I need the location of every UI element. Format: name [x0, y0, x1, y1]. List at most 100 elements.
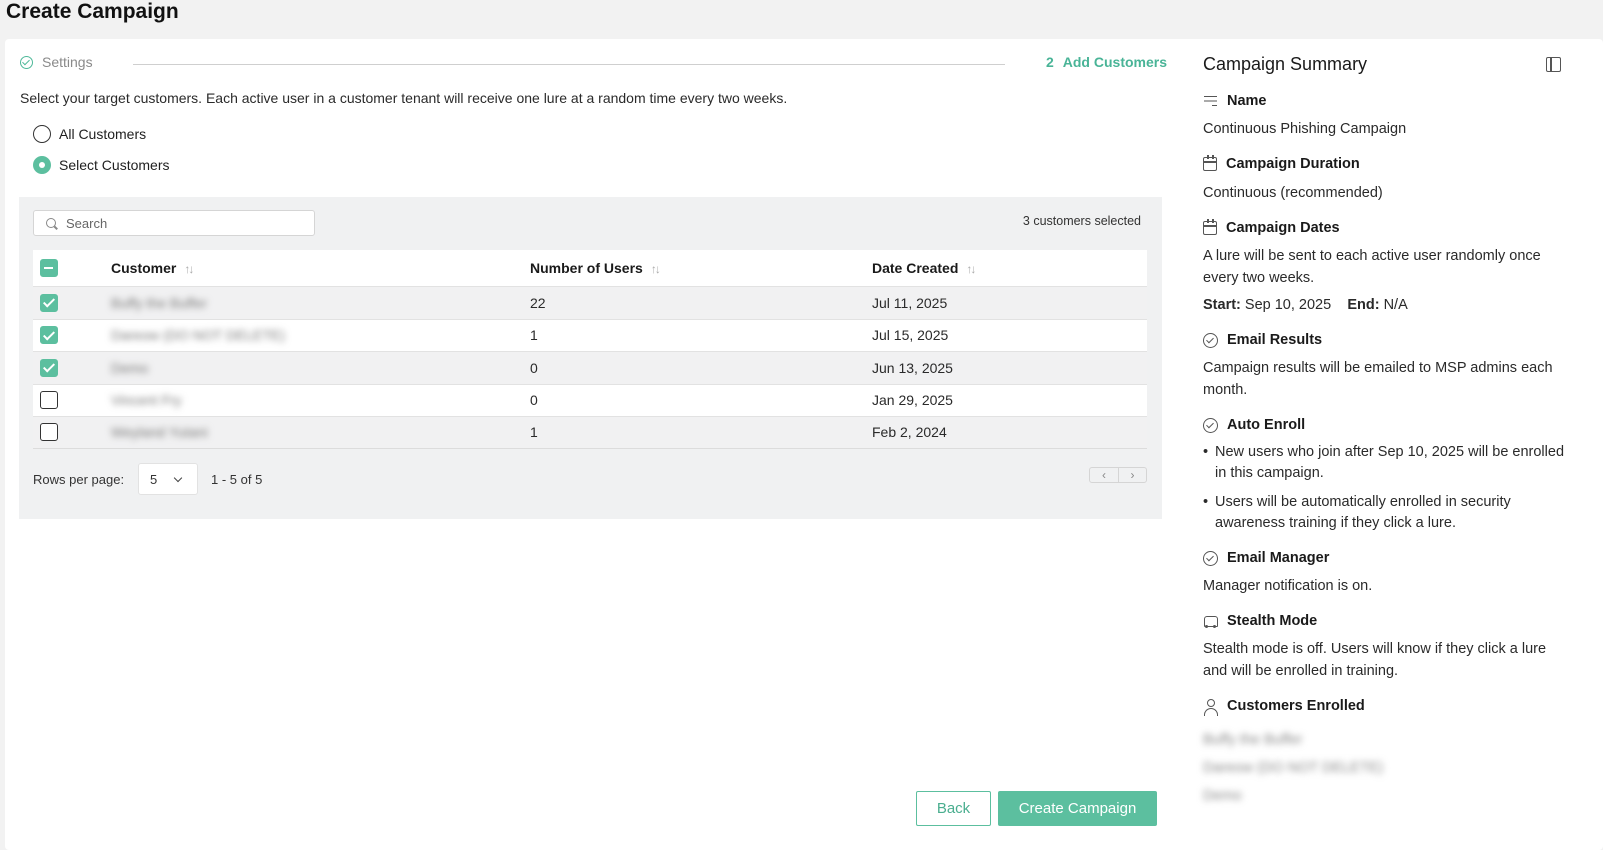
step-number: 2: [1045, 54, 1054, 70]
summary-dates-heading: Campaign Dates: [1203, 219, 1340, 236]
calendar-icon: [1203, 219, 1217, 235]
page-title: Create Campaign: [6, 0, 179, 23]
row-checkbox[interactable]: [40, 326, 58, 345]
start-label: Start:: [1203, 297, 1241, 313]
sort-icon[interactable]: ↑↓: [966, 262, 976, 276]
row-checkbox[interactable]: [40, 358, 58, 377]
date-created: Jun 13, 2025: [872, 359, 953, 376]
check-circle-icon: [1203, 417, 1218, 433]
pagination: Rows per page: 5 1 - 5 of 5 ‹ ›: [33, 463, 1147, 497]
calendar-icon: [1203, 155, 1217, 171]
check-circle-icon: [20, 55, 33, 69]
customer-name: Weyland Yutani: [111, 424, 208, 441]
user-count: 1: [530, 424, 538, 441]
radio-button-selected[interactable]: [33, 156, 51, 174]
date-created: Feb 2, 2024: [872, 424, 947, 441]
column-label: Date Created: [872, 260, 959, 276]
column-customer[interactable]: Customer ↑↓: [111, 260, 194, 276]
end-value: N/A: [1383, 297, 1408, 313]
column-label: Customer: [111, 260, 177, 276]
stepper: Settings 2 Add Customers: [20, 54, 1167, 74]
selected-count: 3 customers selected: [1022, 214, 1141, 228]
table-row[interactable]: Weyland Yutani 1 Feb 2, 2024: [33, 416, 1147, 449]
heading-label: Email Manager: [1227, 550, 1330, 566]
enrolled-customer: Buffy the Buffer: [1203, 732, 1303, 748]
summary-email-manager-text: Manager notification is on.: [1203, 578, 1373, 594]
search-box[interactable]: [33, 210, 315, 236]
search-icon: [46, 218, 56, 228]
radio-all-customers[interactable]: All Customers: [33, 125, 146, 143]
end-label: End:: [1347, 297, 1380, 313]
column-date-created[interactable]: Date Created ↑↓: [872, 260, 976, 276]
row-checkbox[interactable]: [40, 423, 58, 442]
heading-label: Email Results: [1227, 332, 1323, 348]
prev-page-button[interactable]: ‹: [1090, 468, 1118, 482]
chevron-down-icon: [173, 473, 183, 482]
back-button[interactable]: Back: [916, 791, 991, 826]
heading-label: Name: [1227, 93, 1267, 109]
radio-select-customers[interactable]: Select Customers: [33, 156, 169, 174]
heading-label: Customers Enrolled: [1227, 698, 1365, 714]
date-created: Jul 11, 2025: [872, 294, 948, 311]
summary-email-manager-heading: Email Manager: [1203, 550, 1329, 566]
text-lines-icon: [1203, 94, 1218, 109]
summary-duration-value: Continuous (recommended): [1203, 185, 1383, 201]
heading-label: Campaign Duration: [1226, 156, 1360, 172]
heading-label: Campaign Dates: [1226, 220, 1340, 236]
check-circle-icon: [1203, 332, 1218, 348]
customer-name: Buffy the Buffer: [111, 294, 207, 311]
date-created: Jul 15, 2025: [872, 327, 949, 344]
summary-duration-heading: Campaign Duration: [1203, 155, 1360, 172]
rows-per-page-select[interactable]: 5: [138, 463, 198, 495]
step-add-customers[interactable]: 2 Add Customers: [1046, 54, 1167, 70]
pagination-range: 1 - 5 of 5: [211, 472, 263, 487]
panel-toggle-icon[interactable]: [1546, 57, 1561, 72]
summary-email-results-text: Campaign results will be emailed to MSP …: [1203, 360, 1553, 398]
row-checkbox[interactable]: [40, 391, 58, 410]
sort-icon[interactable]: ↑↓: [651, 262, 661, 276]
summary-customers-enrolled-heading: Customers Enrolled: [1203, 698, 1365, 716]
next-page-button[interactable]: ›: [1118, 468, 1146, 482]
start-value: Sep 10, 2025: [1244, 297, 1332, 313]
table-header: Customer ↑↓ Number of Users ↑↓ Date Create…: [33, 250, 1147, 286]
customer-table-panel: 3 customers selected Customer ↑↓ Number o…: [19, 197, 1162, 519]
date-created: Jan 29, 2025: [872, 392, 953, 409]
summary-name-heading: Name: [1203, 93, 1267, 109]
table-row[interactable]: Dareow (DO NOT DELETE) 1 Jul 15, 2025: [33, 318, 1147, 352]
step-add-customers-label: Add Customers: [1062, 54, 1167, 70]
column-number-of-users[interactable]: Number of Users ↑↓: [530, 260, 661, 276]
step-settings[interactable]: Settings: [20, 54, 93, 70]
create-campaign-button[interactable]: Create Campaign: [998, 791, 1157, 826]
radio-button[interactable]: [33, 125, 51, 143]
user-count: 0: [530, 392, 538, 409]
table-row[interactable]: Demo 0 Jun 13, 2025: [33, 351, 1147, 384]
intro-text: Select your target customers. Each activ…: [20, 90, 788, 106]
summary-stealth-heading: Stealth Mode: [1203, 613, 1317, 629]
select-all-checkbox[interactable]: [40, 259, 58, 277]
customer-name: Vincent Fry: [111, 392, 182, 409]
auto-enroll-bullet: Users will be automatically enrolled in …: [1203, 492, 1573, 534]
enrolled-customer: Dareow (DO NOT DELETE): [1203, 760, 1384, 776]
table-row[interactable]: Buffy the Buffer 22 Jul 11, 2025: [33, 286, 1147, 319]
rows-per-page-label: Rows per page:: [33, 472, 125, 487]
indeterminate-checkbox-icon[interactable]: [40, 259, 58, 277]
step-settings-label: Settings: [42, 54, 93, 70]
customer-name: Demo: [111, 359, 149, 376]
rows-per-page-value: 5: [150, 471, 158, 487]
summary-name-value: Continuous Phishing Campaign: [1203, 121, 1407, 137]
summary-dates-text: A lure will be sent to each active user …: [1203, 248, 1541, 286]
summary-stealth-text: Stealth mode is off. Users will know if …: [1203, 641, 1547, 679]
customer-table: Customer ↑↓ Number of Users ↑↓ Date Create…: [33, 250, 1147, 449]
heading-label: Auto Enroll: [1227, 417, 1306, 433]
main-panel: Settings 2 Add Customers Select your tar…: [5, 39, 1202, 850]
table-row[interactable]: Vincent Fry 0 Jan 29, 2025: [33, 383, 1147, 417]
user-count: 22: [530, 294, 546, 311]
customer-name: Dareow (DO NOT DELETE): [111, 327, 285, 344]
check-circle-icon: [1203, 550, 1218, 566]
user-count: 1: [530, 327, 538, 344]
sort-icon[interactable]: ↑↓: [184, 262, 194, 276]
search-input[interactable]: [66, 215, 286, 231]
summary-dates-range: Start: Sep 10, 2025 End: N/A: [1203, 294, 1573, 316]
row-checkbox[interactable]: [40, 293, 58, 312]
column-label: Number of Users: [530, 260, 643, 276]
